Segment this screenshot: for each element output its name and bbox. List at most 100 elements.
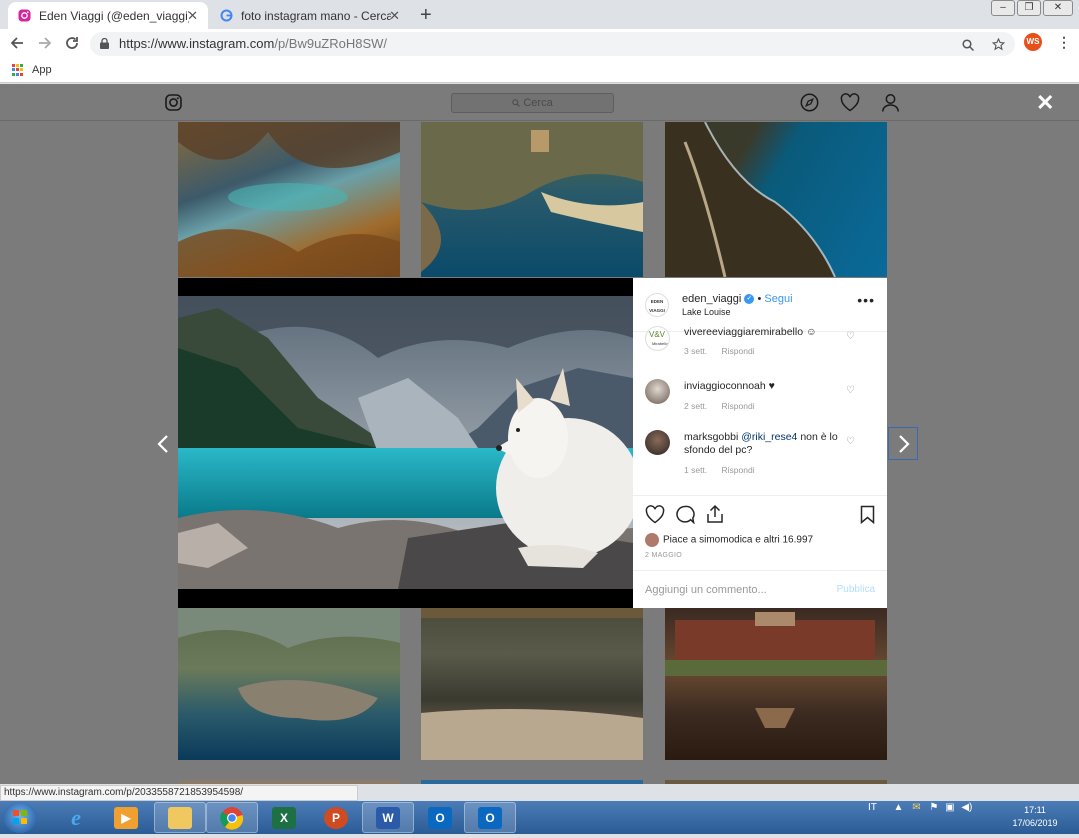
comment-mention[interactable]: @riki_rese4 bbox=[741, 431, 797, 443]
comment-like-heart-icon[interactable]: ♡ bbox=[846, 436, 855, 447]
taskbar-outlook-2[interactable]: O bbox=[464, 802, 516, 833]
grid-photo[interactable] bbox=[178, 780, 400, 784]
action-center-flag-icon[interactable]: ⚑ bbox=[929, 802, 938, 813]
cave-photo-art bbox=[178, 122, 400, 277]
comment-bubble-icon[interactable] bbox=[675, 505, 695, 524]
bookmark-star-icon[interactable] bbox=[991, 37, 1006, 51]
chrome-menu-icon[interactable]: ⋮ bbox=[1057, 34, 1071, 51]
system-tray: IT ▲ ✉ ⚑ ▣ ◀) bbox=[868, 802, 972, 813]
comment-body: ☺ bbox=[805, 326, 817, 338]
profile-person-icon[interactable] bbox=[881, 93, 900, 112]
comment-user[interactable]: vivereeviaggiaremirabello bbox=[684, 326, 803, 338]
apps-label[interactable]: App bbox=[32, 64, 52, 76]
taskbar-outlook[interactable]: O bbox=[414, 802, 466, 833]
grid-photo[interactable] bbox=[421, 780, 643, 784]
svg-text:V&V: V&V bbox=[649, 330, 666, 339]
taskbar-explorer[interactable] bbox=[154, 802, 206, 833]
tab-close-icon[interactable]: ✕ bbox=[187, 8, 198, 24]
taskbar-powerpoint[interactable]: P bbox=[310, 802, 362, 833]
tab-instagram[interactable]: Eden Viaggi (@eden_viaggi) • Foto ✕ bbox=[8, 2, 208, 29]
omnibox-actions bbox=[962, 32, 1006, 56]
lake-dog-photo-art bbox=[178, 296, 633, 589]
comment-user[interactable]: inviaggioconnoah bbox=[684, 380, 766, 392]
taskbar-chrome[interactable] bbox=[206, 802, 258, 833]
search-input[interactable]: Cerca bbox=[451, 93, 614, 113]
comment-reply[interactable]: Rispondi bbox=[722, 346, 755, 356]
clock-time: 17:11 bbox=[1024, 805, 1046, 815]
previous-arrow-icon[interactable] bbox=[156, 434, 170, 454]
next-arrow-button[interactable] bbox=[888, 427, 918, 460]
like-heart-icon[interactable] bbox=[645, 505, 665, 524]
vivere-logo-art: V&V Mirabello bbox=[649, 330, 669, 346]
post-location[interactable]: Lake Louise bbox=[682, 307, 731, 317]
comment-reply[interactable]: Rispondi bbox=[722, 401, 755, 411]
comment-text: marksgobbi @riki_rese4 non è lo sfondo d… bbox=[684, 431, 844, 457]
network-icon[interactable]: ▣ bbox=[945, 802, 954, 813]
save-bookmark-icon[interactable] bbox=[860, 505, 875, 524]
start-button[interactable] bbox=[3, 802, 37, 833]
close-window-button[interactable]: ✕ bbox=[1043, 0, 1073, 16]
grid-photo[interactable] bbox=[178, 122, 400, 277]
grid-photo[interactable] bbox=[421, 608, 643, 760]
taskbar-ie[interactable]: e bbox=[50, 802, 102, 833]
restore-button[interactable]: ❐ bbox=[1017, 0, 1041, 16]
language-indicator[interactable]: IT bbox=[868, 802, 877, 813]
instagram-logo-icon[interactable] bbox=[165, 94, 182, 111]
close-modal-icon[interactable]: ✕ bbox=[1036, 90, 1054, 116]
eden-viaggi-avatar[interactable]: EDEN VIAGGI bbox=[645, 293, 669, 317]
tab-google[interactable]: foto instagram mano - Cerca con Google ✕ bbox=[210, 2, 410, 29]
tray-arrow-icon[interactable]: ▲ bbox=[894, 802, 904, 813]
windows-taskbar: e ▶ X P W O O IT ▲ ✉ ⚑ ▣ ◀) 17:11 17/06/… bbox=[0, 801, 1079, 834]
comment-text: vivereeviaggiaremirabello ☺ bbox=[684, 326, 844, 339]
volume-icon[interactable]: ◀) bbox=[961, 802, 972, 813]
taskbar-word[interactable]: W bbox=[362, 802, 414, 833]
comment-avatar[interactable] bbox=[645, 379, 670, 404]
grid-photo[interactable] bbox=[421, 122, 643, 277]
browser-toolbar: https://www.instagram.com/p/Bw9uZRoH8SW/… bbox=[0, 29, 1079, 58]
comment-avatar[interactable] bbox=[645, 430, 670, 455]
grid-photo[interactable] bbox=[665, 122, 887, 277]
apps-grid-icon[interactable] bbox=[12, 64, 24, 76]
explore-compass-icon[interactable] bbox=[800, 93, 819, 112]
comment-user[interactable]: marksgobbi bbox=[684, 431, 738, 443]
grid-photo[interactable] bbox=[665, 780, 887, 784]
comment-like-heart-icon[interactable]: ♡ bbox=[846, 385, 855, 396]
likes-summary[interactable]: Piace a simomodica e altri 16.997 bbox=[645, 533, 813, 547]
comment-reply[interactable]: Rispondi bbox=[722, 465, 755, 475]
zoom-icon[interactable] bbox=[962, 39, 975, 51]
post-photo[interactable] bbox=[178, 278, 633, 608]
back-arrow-icon[interactable] bbox=[10, 36, 24, 50]
new-tab-button[interactable]: + bbox=[420, 4, 432, 27]
tab-close-icon[interactable]: ✕ bbox=[389, 8, 400, 24]
google-favicon-icon bbox=[220, 9, 233, 22]
next-arrow-icon bbox=[899, 435, 910, 453]
post-username[interactable]: eden_viaggi bbox=[682, 293, 741, 305]
system-clock[interactable]: 17:11 17/06/2019 bbox=[1000, 804, 1070, 830]
taskbar-media-player[interactable]: ▶ bbox=[100, 802, 152, 833]
grid-photo[interactable] bbox=[178, 608, 400, 760]
minimize-button[interactable]: – bbox=[991, 0, 1015, 16]
profile-avatar[interactable]: WS bbox=[1024, 33, 1042, 51]
folder-icon bbox=[168, 806, 192, 829]
comment-time[interactable]: 1 sett. bbox=[684, 465, 707, 475]
coast-photo-art bbox=[665, 122, 836, 277]
tray-mail-icon[interactable]: ✉ bbox=[912, 802, 920, 813]
activity-heart-icon[interactable] bbox=[840, 93, 860, 112]
comment-avatar[interactable]: V&V Mirabello bbox=[645, 326, 670, 351]
comment-input[interactable]: Aggiungi un commento... bbox=[645, 584, 767, 596]
forward-arrow-icon[interactable] bbox=[38, 36, 52, 50]
follow-button[interactable]: Segui bbox=[764, 293, 792, 305]
window-controls: – ❐ ✕ bbox=[989, 0, 1073, 16]
lock-icon bbox=[100, 38, 109, 49]
comment-like-heart-icon[interactable]: ♡ bbox=[846, 331, 855, 342]
grid-photo[interactable] bbox=[665, 608, 887, 760]
comment-time[interactable]: 3 sett. bbox=[684, 346, 707, 356]
comment-time[interactable]: 2 sett. bbox=[684, 401, 707, 411]
share-icon[interactable] bbox=[706, 504, 724, 524]
address-bar[interactable]: https://www.instagram.com/p/Bw9uZRoH8SW/ bbox=[90, 32, 1015, 56]
palace-photo-art bbox=[665, 612, 887, 728]
more-options-icon[interactable]: ••• bbox=[857, 292, 875, 308]
reload-icon[interactable] bbox=[65, 36, 79, 50]
taskbar-excel[interactable]: X bbox=[258, 802, 310, 833]
publish-button[interactable]: Pubblica bbox=[837, 584, 875, 595]
